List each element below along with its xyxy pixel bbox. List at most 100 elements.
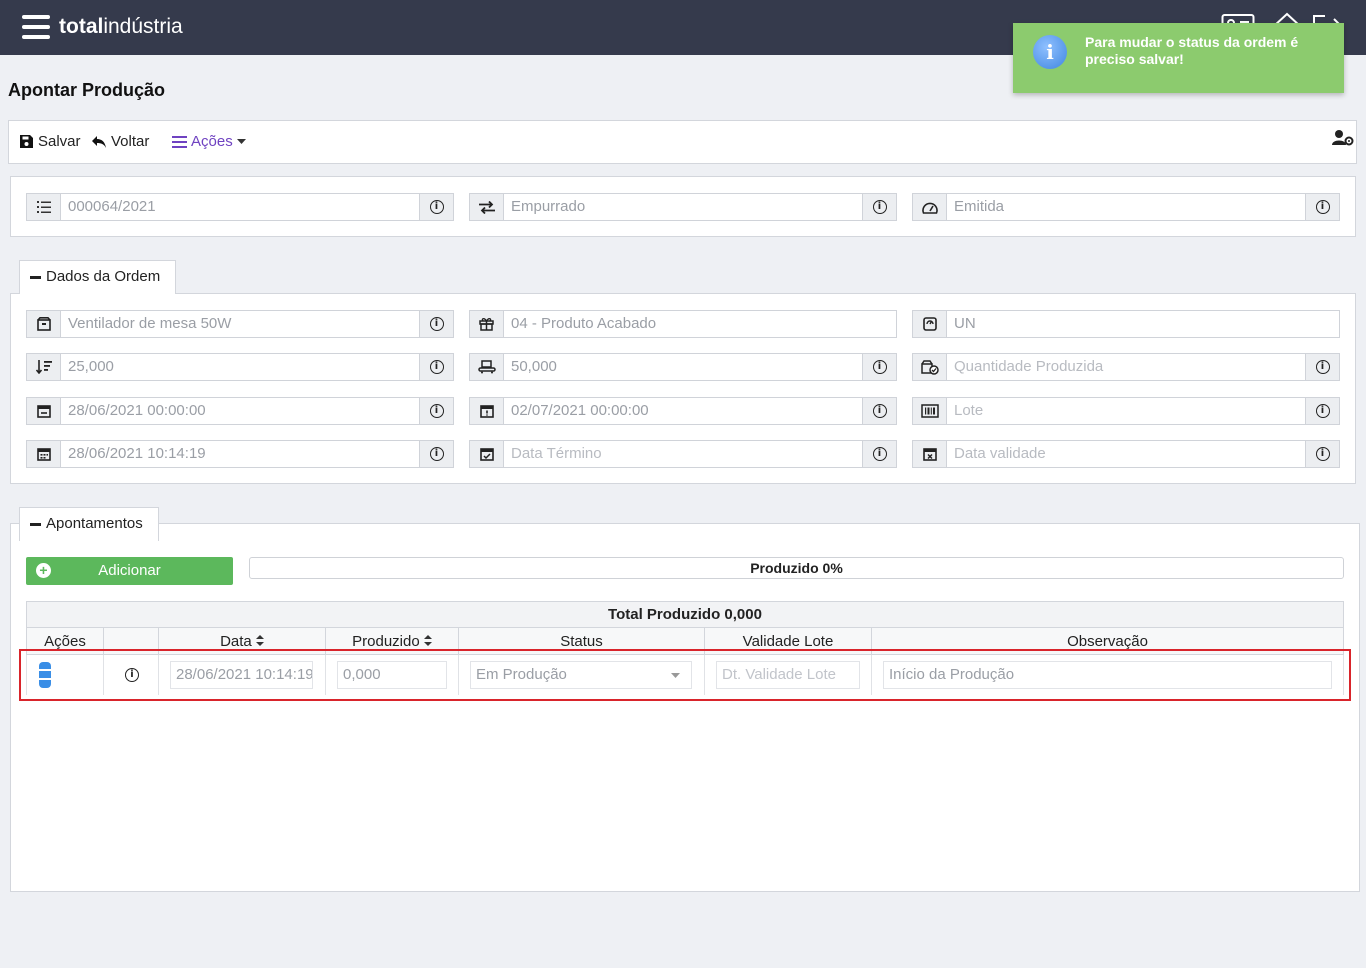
product-value: Ventilador de mesa 50W: [68, 315, 232, 332]
row-date-cell: 28/06/2021 10:14:19: [159, 655, 326, 695]
col-header-status: Status: [459, 628, 705, 655]
info-icon[interactable]: i: [419, 441, 453, 467]
col-header-info: [104, 628, 159, 655]
info-icon[interactable]: i: [862, 441, 896, 467]
scale-icon: [913, 311, 947, 337]
product-type-field[interactable]: 04 - Produto Acabado: [469, 310, 897, 338]
info-icon[interactable]: i: [862, 354, 896, 380]
product-field[interactable]: Ventilador de mesa 50W i: [26, 310, 454, 338]
add-button-label: Adicionar: [98, 562, 161, 579]
planned-end-value: 02/07/2021 00:00:00: [511, 402, 649, 419]
floppy-icon: [20, 135, 33, 148]
chevron-down-icon: [671, 673, 680, 678]
row-lot-validity-cell: Dt. Validade Lote: [705, 655, 872, 695]
calendar-times-icon: [913, 441, 947, 467]
capacity-value: 50,000: [511, 358, 557, 375]
status-field[interactable]: Emitida i: [912, 193, 1340, 221]
order-number-value: 000064/2021: [68, 198, 156, 215]
gift-icon: [470, 311, 504, 337]
calendar-exclamation-icon: [470, 398, 504, 424]
conveyor-icon: [470, 354, 504, 380]
info-icon[interactable]: i: [419, 194, 453, 220]
add-appointment-button[interactable]: + Adicionar: [26, 557, 233, 585]
quantity-field[interactable]: 25,000 i: [26, 353, 454, 381]
info-toast[interactable]: i Para mudar o status da ordem é preciso…: [1013, 23, 1344, 93]
info-icon[interactable]: i: [862, 398, 896, 424]
row-observation-input[interactable]: Início da Produção: [883, 661, 1332, 689]
unit-field[interactable]: UN: [912, 310, 1340, 338]
box-icon: [27, 311, 61, 337]
info-icon[interactable]: i: [419, 311, 453, 337]
info-icon[interactable]: i: [862, 194, 896, 220]
info-icon[interactable]: i: [1305, 354, 1339, 380]
info-icon[interactable]: i: [1305, 441, 1339, 467]
row-lot-validity-input[interactable]: Dt. Validade Lote: [716, 661, 860, 689]
col-observation-label: Observação: [1067, 633, 1148, 650]
actions-label: Ações: [191, 133, 233, 150]
total-produced-header: Total Produzido 0,000: [26, 601, 1344, 628]
box-check-icon: [913, 354, 947, 380]
row-status-cell: Em Produção: [459, 655, 705, 695]
list-icon: [172, 136, 187, 148]
validity-field[interactable]: Data validade i: [912, 440, 1340, 468]
info-icon[interactable]: i: [125, 668, 139, 682]
order-number-field[interactable]: 000064/2021 i: [26, 193, 454, 221]
save-button[interactable]: Salvar: [19, 133, 81, 150]
list-ol-icon: [27, 194, 61, 220]
type-field[interactable]: Empurrado i: [469, 193, 897, 221]
back-button[interactable]: Voltar: [91, 133, 149, 150]
info-icon[interactable]: i: [419, 354, 453, 380]
progress-label: Produzido 0%: [750, 560, 843, 576]
row-status-select[interactable]: Em Produção: [470, 661, 692, 689]
quantity-value: 25,000: [68, 358, 114, 375]
undo-icon: [92, 135, 106, 148]
toolbar: Salvar Voltar Ações: [8, 120, 1357, 164]
row-status-value: Em Produção: [476, 666, 567, 683]
row-info-cell: i: [104, 655, 159, 695]
appointments-legend-label: Apontamentos: [46, 515, 143, 532]
row-date-input[interactable]: 28/06/2021 10:14:19: [170, 661, 313, 689]
calendar-check-icon: [470, 441, 504, 467]
caret-down-icon: [236, 138, 246, 144]
dashboard-icon: [913, 194, 947, 220]
order-data-legend-label: Dados da Ordem: [46, 268, 161, 285]
info-icon[interactable]: i: [1305, 194, 1339, 220]
col-header-observation: Observação: [872, 628, 1344, 655]
lot-field[interactable]: Lote i: [912, 397, 1340, 425]
row-produced-input[interactable]: 0,000: [337, 661, 447, 689]
col-header-lot-validity: Validade Lote: [705, 628, 872, 655]
planned-start-field[interactable]: 28/06/2021 00:00:00 i: [26, 397, 454, 425]
calendar-minus-icon: [27, 398, 61, 424]
menu-icon[interactable]: [22, 15, 50, 39]
row-menu-icon[interactable]: [39, 662, 51, 688]
save-label: Salvar: [38, 133, 81, 150]
collapse-icon: [30, 275, 41, 279]
capacity-field[interactable]: 50,000 i: [469, 353, 897, 381]
product-type-value: 04 - Produto Acabado: [511, 315, 657, 332]
end-date-field[interactable]: Data Término i: [469, 440, 897, 468]
planned-start-value: 28/06/2021 00:00:00: [68, 402, 206, 419]
col-header-date[interactable]: Data: [159, 628, 326, 655]
plus-circle-icon: +: [36, 563, 51, 578]
order-data-legend[interactable]: Dados da Ordem: [19, 260, 177, 294]
barcode-icon: [913, 398, 947, 424]
col-header-produced[interactable]: Produzido: [326, 628, 459, 655]
end-date-placeholder: Data Término: [511, 445, 602, 462]
unit-value: UN: [954, 315, 976, 332]
col-date-label: Data: [220, 633, 252, 650]
start-date-field[interactable]: 28/06/2021 10:14:19 i: [26, 440, 454, 468]
produced-quantity-field[interactable]: Quantidade Produzida i: [912, 353, 1340, 381]
appointments-legend[interactable]: Apontamentos: [19, 507, 159, 541]
info-icon[interactable]: i: [1305, 398, 1339, 424]
row-observation-cell: Início da Produção: [872, 655, 1344, 695]
status-value: Emitida: [954, 198, 1005, 215]
calendar-icon: [27, 441, 61, 467]
user-settings-icon[interactable]: [1332, 129, 1354, 147]
planned-end-field[interactable]: 02/07/2021 00:00:00 i: [469, 397, 897, 425]
exchange-icon: [470, 194, 504, 220]
app-logo[interactable]: totalindústria: [59, 14, 183, 40]
info-icon[interactable]: i: [419, 398, 453, 424]
type-value: Empurrado: [511, 198, 586, 215]
actions-dropdown[interactable]: Ações: [172, 133, 246, 150]
toast-message: Para mudar o status da ordem é preciso s…: [1085, 34, 1299, 67]
